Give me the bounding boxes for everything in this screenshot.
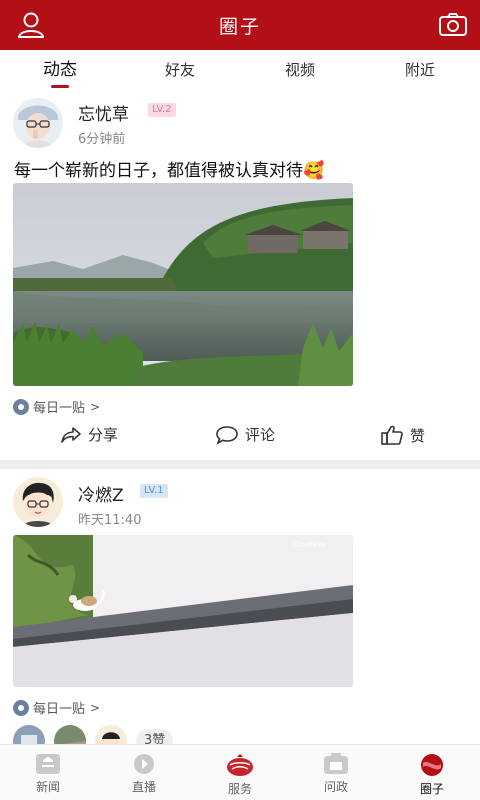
post-divider [0,460,480,469]
nav-service-label: 服务 [227,782,252,796]
avatar[interactable] [13,477,63,527]
tab-video[interactable]: 视频 [240,50,360,90]
topic-label: 每日一贴 [33,401,86,416]
topic-tag[interactable]: 每日一贴 > [13,397,100,416]
top-bar: 圈子 [0,0,480,50]
comment-icon [216,425,238,445]
nav-circle-label: 圈子 [419,782,444,796]
share-label: 分享 [88,426,119,444]
like-button[interactable]: 赞 [380,424,425,446]
news-icon [36,754,60,774]
username[interactable]: 忘忧草 [78,100,129,125]
tab-dynamic[interactable]: 动态 [0,50,120,90]
nav-politics-label: 问政 [323,780,348,794]
service-icon [227,754,253,776]
post-actions: 分享 评论 赞 [0,424,480,454]
post-image[interactable] [13,183,353,386]
chevron-right-icon: > [90,399,101,414]
nav-live[interactable]: 直播 [96,745,192,800]
nav-live-label: 直播 [131,780,156,794]
comment-button[interactable]: 评论 [215,424,275,445]
nav-service[interactable]: 服务 [192,745,288,800]
post-time: 昨天11:40 [78,513,142,528]
bottom-nav: 新闻 直播 服务 问政 圈子 [0,744,480,800]
user-icon[interactable] [16,11,46,39]
nav-politics[interactable]: 问政 [288,745,384,800]
like-label: 赞 [410,426,426,445]
app-root: 圈子 动态 好友 视频 附近 忘忧草 LV.2 6分钟前 每一个崭新的日子，都值… [0,0,480,800]
level-badge: LV.1 [140,484,168,498]
post-card: 忘忧草 LV.2 6分钟前 每一个崭新的日子，都值得被认真对待🥰 每日一贴 > … [0,90,480,460]
post-image[interactable]: Onetake [13,535,353,687]
post-text-body: 每一个崭新的日子，都值得被认真对待 [14,161,303,181]
nav-news[interactable]: 新闻 [0,745,96,800]
topic-icon [13,398,29,415]
tab-bar: 动态 好友 视频 附近 [0,50,480,90]
comment-label: 评论 [245,426,276,444]
topic-label: 每日一贴 [33,702,86,717]
tab-nearby[interactable]: 附近 [360,50,480,90]
chevron-right-icon: > [90,700,101,715]
circle-icon [421,754,443,776]
page-title: 圈子 [218,15,261,38]
topic-tag[interactable]: 每日一贴 > [13,698,100,717]
level-badge: LV.2 [148,103,176,117]
username[interactable]: 冷燃Z [78,481,124,506]
watermark: Onetake [293,540,327,549]
topic-icon [13,699,29,716]
post-text: 每一个崭新的日子，都值得被认真对待🥰 [14,156,324,181]
thumbs-up-icon [381,425,403,445]
share-button[interactable]: 分享 [60,424,118,445]
post-card: 冷燃Z LV.1 昨天11:40 Onetake 每日一贴 > 3赞 [0,469,480,757]
nav-circle[interactable]: 圈子 [384,745,480,800]
emoji-icon: 🥰 [303,161,325,181]
share-icon [61,426,81,443]
live-icon [134,754,154,774]
avatar[interactable] [13,98,63,148]
camera-icon[interactable] [438,12,468,38]
politics-icon [324,753,348,774]
post-time: 6分钟前 [78,132,126,147]
tab-friends[interactable]: 好友 [120,50,240,90]
nav-news-label: 新闻 [35,780,60,794]
